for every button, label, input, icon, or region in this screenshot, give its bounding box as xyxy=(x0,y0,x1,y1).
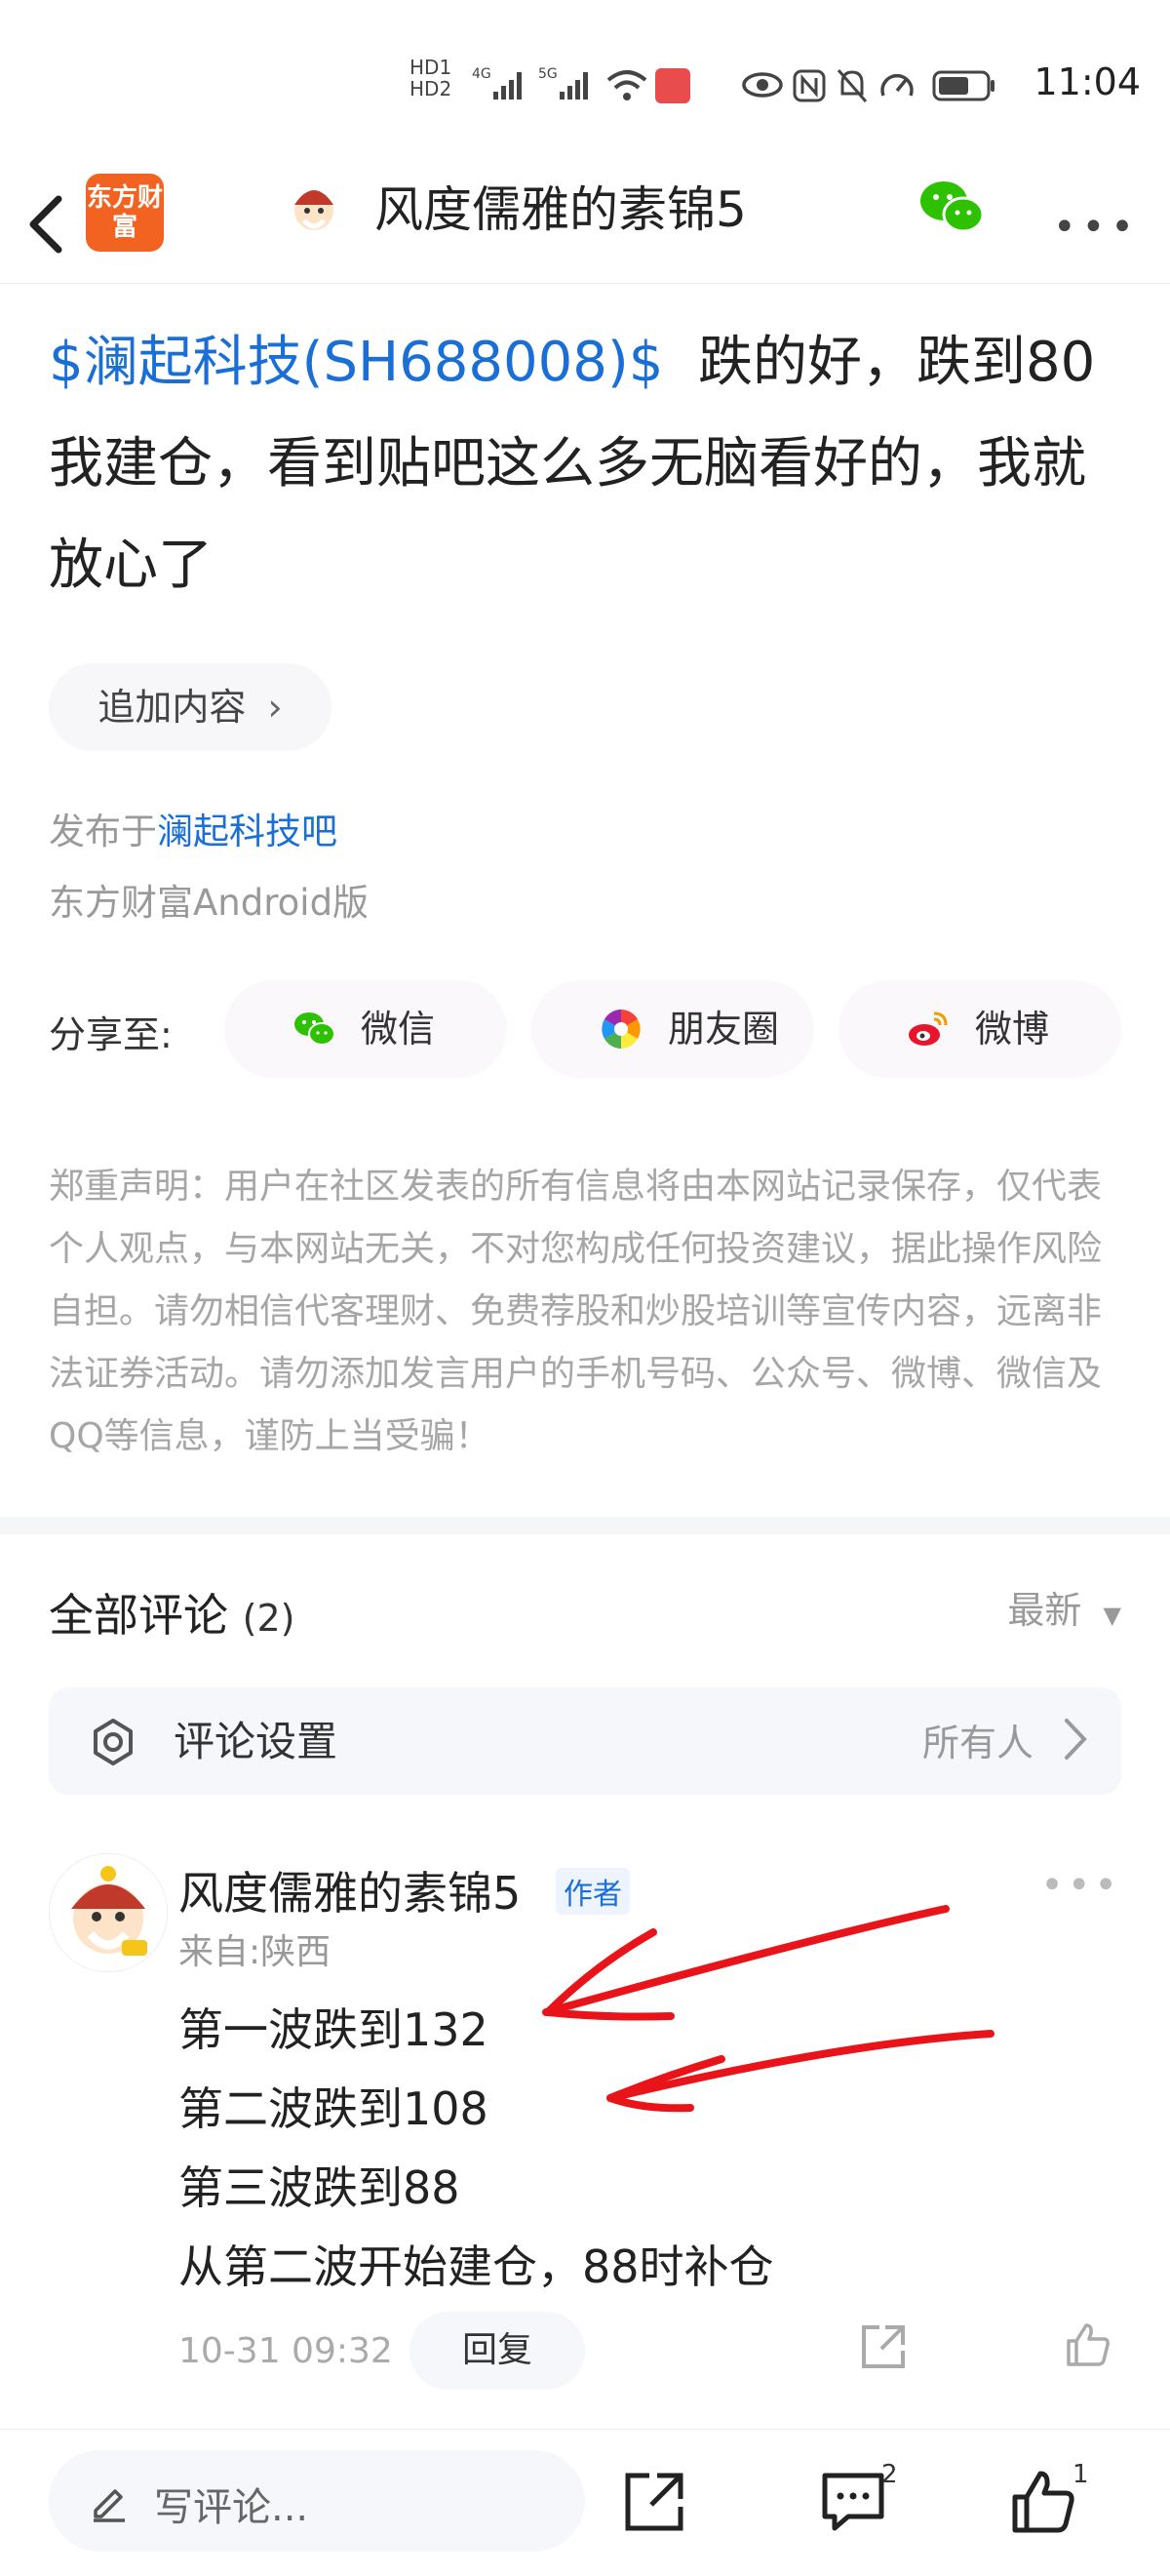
comments-title-text: 全部评论 xyxy=(49,1589,228,1642)
status-bar: HD1 HD2 4G 5G 11:04 xyxy=(0,0,1170,166)
signal-4g-icon: 4G xyxy=(472,66,522,99)
chevron-right-icon xyxy=(1065,1719,1087,1760)
comment-like-icon[interactable] xyxy=(1063,2319,1113,2370)
comment-author-avatar[interactable] xyxy=(49,1853,168,1972)
comment-share-icon[interactable] xyxy=(858,2321,909,2372)
write-comment-placeholder: 写评论... xyxy=(154,2485,309,2530)
annotation-arrows xyxy=(542,1905,994,2113)
share-weibo-button[interactable]: 微博 xyxy=(838,980,1121,1078)
share-wechat-label: 微信 xyxy=(361,1008,436,1050)
weibo-icon xyxy=(909,1011,948,1046)
post-content: $澜起科技(SH688008)$ 跌的好，跌到80我建仓，看到贴吧这么多无脑看好… xyxy=(49,312,1131,616)
stock-link[interactable]: $澜起科技(SH688008)$ xyxy=(49,331,663,394)
header-title: 风度儒雅的素锦5 xyxy=(374,181,747,238)
like-icon[interactable] xyxy=(1009,2468,1077,2536)
share-moments-label: 朋友圈 xyxy=(668,1008,780,1050)
pen-icon xyxy=(94,2489,125,2522)
hd2-label: HD2 xyxy=(410,77,452,100)
disclaimer-text: 郑重声明：用户在社区发表的所有信息将由本网站记录保存，仅代表个人观点，与本网站无… xyxy=(49,1167,1103,1456)
write-comment-input[interactable]: 写评论... xyxy=(49,2450,585,2552)
caret-down-icon: ▼ xyxy=(1103,1602,1121,1629)
add-content-button[interactable]: 追加内容 › xyxy=(49,663,332,751)
comment-icon[interactable] xyxy=(819,2468,887,2536)
comment-line: 第三波跌到88 xyxy=(178,2161,460,2214)
moments-icon xyxy=(602,1010,641,1049)
comment-settings-value: 所有人 xyxy=(921,1722,1034,1764)
hd1-label: HD1 xyxy=(410,56,452,79)
comment-line: 第一波跌到132 xyxy=(178,2003,488,2056)
gear-icon xyxy=(94,1719,133,1765)
published-info: 发布于澜起科技吧 xyxy=(49,802,337,854)
share-moments-button[interactable]: 朋友圈 xyxy=(531,980,814,1078)
client-info: 东方财富Android版 xyxy=(49,882,370,924)
avatar-image xyxy=(71,1866,147,1956)
comment-settings-row[interactable]: 评论设置 所有人 xyxy=(49,1687,1121,1795)
eye-icon xyxy=(742,72,783,98)
mute-bell-icon xyxy=(837,69,868,102)
back-arrow-icon[interactable] xyxy=(20,185,78,263)
signal-5g-icon: 5G xyxy=(538,66,588,99)
share-weibo-label: 微博 xyxy=(975,1008,1050,1050)
sort-label: 最新 xyxy=(1007,1589,1082,1632)
chevron-right-icon: › xyxy=(267,686,283,729)
stock-bar-link[interactable]: 澜起科技吧 xyxy=(157,811,337,852)
comments-title: 全部评论 (2) xyxy=(49,1580,294,1645)
nfc-icon xyxy=(793,69,826,102)
status-time: 11:04 xyxy=(1034,60,1141,103)
comment-author-name[interactable]: 风度儒雅的素锦5 xyxy=(178,1858,521,1922)
more-options-icon[interactable]: ••• xyxy=(1053,205,1140,250)
author-avatar-small[interactable] xyxy=(283,176,345,238)
comment-count-badge: 2 xyxy=(881,2460,898,2489)
share-label: 分享至: xyxy=(49,1013,173,1056)
share-wechat-button[interactable]: 微信 xyxy=(224,980,507,1078)
svg-text:4G: 4G xyxy=(472,66,491,82)
comment-more-icon[interactable]: ••• xyxy=(1040,1863,1121,1908)
published-prefix: 发布于 xyxy=(49,811,157,852)
comment-line: 从第二波开始建仓，88时补仓 xyxy=(178,2240,774,2293)
comment-location: 来自:陕西 xyxy=(178,1932,332,1972)
speed-gauge-icon xyxy=(880,73,914,97)
sort-dropdown[interactable]: 最新 ▼ xyxy=(1007,1580,1121,1634)
comments-count: (2) xyxy=(242,1597,295,1640)
nav-header: 东方财富 风度儒雅的素锦5 ••• xyxy=(0,166,1170,284)
app-logo[interactable]: 东方财富 xyxy=(86,174,164,252)
share-icon[interactable] xyxy=(620,2468,688,2536)
app-logo-text: 东方财富 xyxy=(86,183,163,242)
battery-icon xyxy=(932,70,994,101)
wechat-icon xyxy=(294,1012,335,1046)
section-divider xyxy=(0,1517,1170,1534)
reply-button[interactable]: 回复 xyxy=(410,2312,585,2390)
like-count-badge: 1 xyxy=(1072,2460,1089,2489)
wechat-share-icon[interactable] xyxy=(916,176,987,238)
svg-text:5G: 5G xyxy=(538,66,558,82)
hd-indicator: HD1 HD2 xyxy=(410,57,451,99)
add-content-label: 追加内容 xyxy=(98,686,247,729)
comment-line: 第二波跌到108 xyxy=(178,2082,488,2135)
app-notification-icon xyxy=(655,68,690,103)
comment-time: 10-31 09:32 xyxy=(178,2331,393,2371)
wifi-icon xyxy=(606,70,647,100)
comment-settings-label: 评论设置 xyxy=(174,1718,338,1765)
